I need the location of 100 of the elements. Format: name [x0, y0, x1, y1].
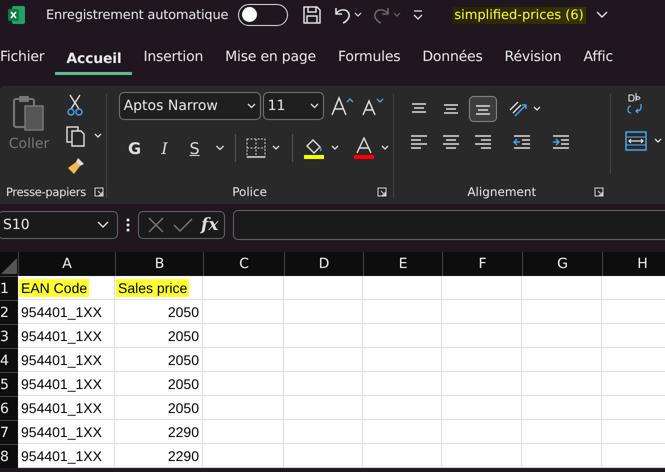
- ribbon-tab[interactable]: Affic: [572, 43, 624, 76]
- autosave-label: Enregistrement automatique: [46, 8, 228, 22]
- formula-field[interactable]: [233, 210, 665, 240]
- customize-toolbar-icon[interactable]: [412, 9, 424, 21]
- empty-cell[interactable]: [363, 300, 442, 324]
- empty-cell[interactable]: [363, 348, 442, 372]
- empty-cell[interactable]: [522, 372, 602, 396]
- table-cell: Sales price: [115, 276, 203, 300]
- scissors-icon[interactable]: [66, 94, 84, 116]
- insert-function-button[interactable]: fx: [201, 215, 218, 235]
- empty-cell[interactable]: [442, 324, 522, 348]
- font-size-dropdown[interactable]: 11: [262, 92, 324, 120]
- row-header[interactable]: 6: [0, 396, 18, 420]
- group-label: Police: [232, 185, 267, 199]
- empty-cell[interactable]: [442, 396, 522, 420]
- column-header[interactable]: G: [522, 252, 602, 276]
- chevron-down-icon[interactable]: [596, 11, 608, 19]
- empty-cell[interactable]: [442, 348, 522, 372]
- empty-cell[interactable]: [284, 372, 363, 396]
- row-header[interactable]: 2: [0, 300, 18, 324]
- name-box[interactable]: S10: [0, 211, 118, 239]
- empty-cell[interactable]: [203, 276, 284, 300]
- table-cell: 954401_1XX: [18, 348, 115, 372]
- empty-cell[interactable]: [442, 372, 522, 396]
- check-icon[interactable]: [173, 216, 193, 234]
- italic-button[interactable]: I: [154, 138, 175, 158]
- column-header[interactable]: C: [203, 252, 284, 276]
- empty-cell[interactable]: [284, 300, 363, 324]
- column-header[interactable]: B: [115, 252, 203, 276]
- empty-cell[interactable]: [284, 276, 363, 300]
- table-cell: 954401_1XX: [18, 396, 115, 420]
- ribbon-tab[interactable]: Révision: [494, 43, 572, 76]
- ribbon-tab[interactable]: Formules: [326, 43, 412, 76]
- save-icon[interactable]: [302, 5, 322, 25]
- ribbon-tab[interactable]: Mise en page: [214, 43, 327, 76]
- empty-cell[interactable]: [363, 372, 442, 396]
- empty-cell[interactable]: [522, 276, 602, 300]
- empty-cell[interactable]: [442, 300, 522, 324]
- empty-cell[interactable]: [284, 444, 363, 468]
- table-cell: 954401_1XX: [18, 372, 115, 396]
- empty-cell[interactable]: [522, 300, 602, 324]
- ribbon-tab[interactable]: Données: [411, 43, 494, 76]
- empty-cell[interactable]: [363, 420, 442, 444]
- empty-cell[interactable]: [522, 444, 602, 468]
- format-painter-icon[interactable]: [66, 156, 86, 176]
- empty-cell[interactable]: [203, 372, 284, 396]
- empty-cell[interactable]: [203, 300, 284, 324]
- column-header[interactable]: F: [442, 252, 522, 276]
- empty-cell[interactable]: [442, 276, 522, 300]
- column-header[interactable]: A: [18, 252, 115, 276]
- empty-cell[interactable]: [203, 444, 284, 468]
- undo-icon[interactable]: [332, 5, 362, 25]
- empty-cell[interactable]: [203, 420, 284, 444]
- ribbon-tab[interactable]: Insertion: [132, 43, 214, 76]
- empty-cell[interactable]: [284, 348, 363, 372]
- column-header[interactable]: D: [284, 252, 363, 276]
- empty-cell[interactable]: [442, 444, 522, 468]
- chevron-down-icon[interactable]: [214, 145, 225, 151]
- empty-cell[interactable]: [442, 420, 522, 444]
- autosave-toggle[interactable]: [238, 4, 288, 26]
- empty-cell[interactable]: [284, 324, 363, 348]
- empty-cell[interactable]: [363, 396, 442, 420]
- empty-cell[interactable]: [522, 324, 602, 348]
- underline-button[interactable]: S: [184, 138, 205, 158]
- column-header[interactable]: E: [363, 252, 442, 276]
- dialog-launcher-icon[interactable]: [94, 187, 104, 197]
- more-options-icon[interactable]: [126, 217, 130, 233]
- column-header[interactable]: H: [602, 252, 665, 276]
- row-header[interactable]: 8: [0, 444, 18, 468]
- empty-cell[interactable]: [284, 420, 363, 444]
- empty-cell[interactable]: [203, 396, 284, 420]
- row-header[interactable]: 3: [0, 324, 18, 348]
- copy-icon[interactable]: [66, 125, 104, 147]
- row-header[interactable]: 1: [0, 276, 18, 300]
- row-header[interactable]: 7: [0, 420, 18, 444]
- empty-cell[interactable]: [203, 348, 284, 372]
- ribbon-tab[interactable]: Fichier: [0, 43, 56, 76]
- row-header[interactable]: 5: [0, 372, 18, 396]
- empty-cell[interactable]: [522, 396, 602, 420]
- bold-button[interactable]: G: [124, 138, 145, 158]
- empty-cell[interactable]: [363, 324, 442, 348]
- chevron-down-icon: [97, 221, 109, 229]
- ribbon-tab[interactable]: Accueil: [55, 44, 132, 74]
- empty-cell[interactable]: [363, 444, 442, 468]
- align-bottom-icon[interactable]: [469, 96, 498, 122]
- file-name[interactable]: simplified-prices (6): [452, 6, 586, 24]
- empty-cell[interactable]: [363, 276, 442, 300]
- dialog-launcher-icon[interactable]: [594, 187, 604, 197]
- empty-cell[interactable]: [522, 348, 602, 372]
- select-all-corner[interactable]: [0, 252, 18, 276]
- table-cell: 954401_1XX: [18, 300, 115, 324]
- font-name-dropdown[interactable]: Aptos Narrow: [118, 92, 261, 120]
- empty-cell[interactable]: [522, 420, 602, 444]
- dialog-launcher-icon[interactable]: [376, 187, 387, 197]
- empty-cell[interactable]: [284, 396, 363, 420]
- borders-icon[interactable]: [246, 138, 282, 158]
- row-header[interactable]: 4: [0, 348, 18, 372]
- increase-font-size-icon[interactable]: [330, 95, 354, 117]
- cancel-icon[interactable]: [147, 216, 165, 234]
- empty-cell[interactable]: [203, 324, 284, 348]
